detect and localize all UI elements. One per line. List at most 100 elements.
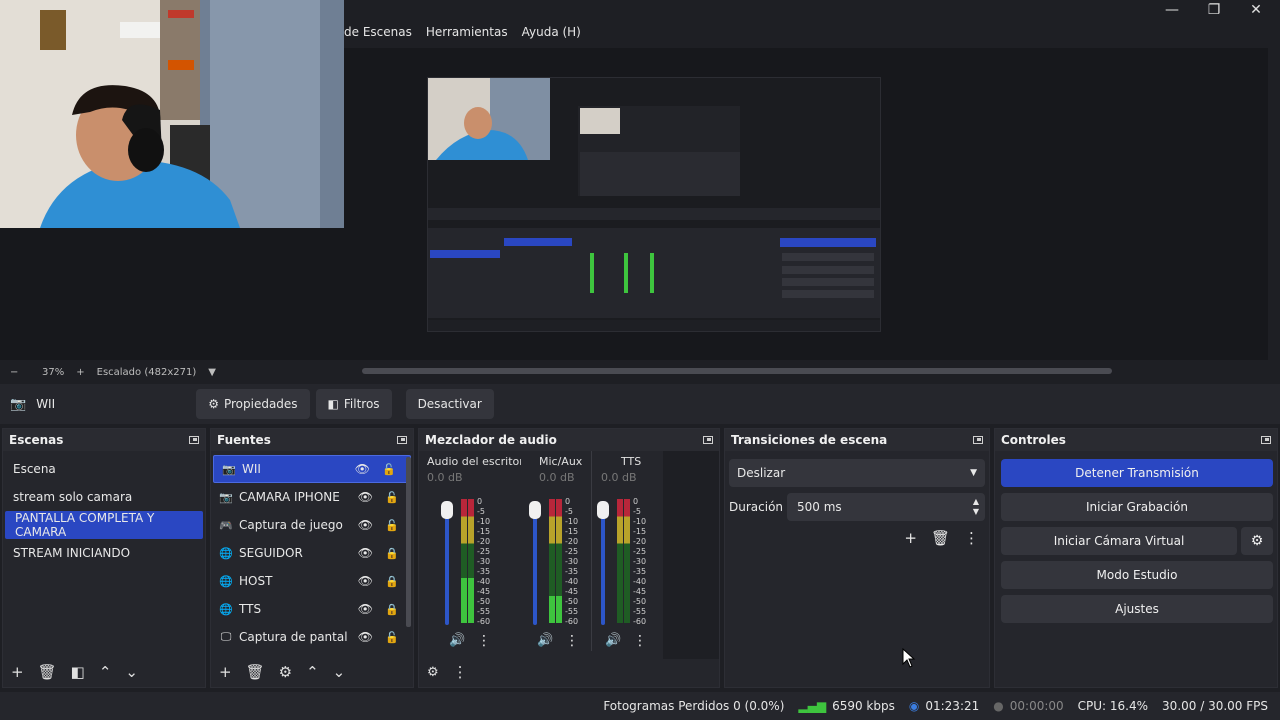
source-item[interactable]: 🎮 Captura de juego 👁 🔓 [211,511,413,539]
move-up-icon[interactable]: ⌃ [306,663,319,681]
duration-spinbox[interactable]: 500 ms ▲ ▼ [787,493,985,521]
undock-icon[interactable] [397,436,407,444]
source-item[interactable]: 🖵 Captura de pantalla 👁 🔓 [211,623,413,651]
unlock-icon[interactable]: 🔓 [385,631,399,644]
speaker-icon[interactable]: 🔊 [449,633,465,648]
move-down-icon[interactable]: ⌄ [333,663,346,681]
undock-icon[interactable] [703,436,713,444]
minimize-button[interactable]: — [1152,0,1192,20]
source-item[interactable]: 📷 CAMARA IPHONE 👁 🔓 [211,483,413,511]
source-item[interactable]: 🌐 HOST 👁 🔒 [211,567,413,595]
eye-icon[interactable]: 👁 [358,546,373,560]
nested-obs-preview [427,77,881,332]
remove-scene-icon[interactable]: 🗑 [38,663,57,681]
menu-tools[interactable]: Herramientas [426,25,508,39]
move-up-icon[interactable]: ⌃ [99,663,112,681]
controls-title: Controles [1001,433,1066,447]
level-meter-fill [556,596,562,623]
meter-tick-label: -45 [477,587,491,596]
record-icon: ● [993,699,1004,713]
lock-icon[interactable]: 🔒 [385,603,399,616]
add-transition-icon[interactable]: + [904,529,917,547]
scale-dropdown-icon[interactable]: ▼ [208,367,216,378]
unlock-icon[interactable]: 🔓 [382,463,396,476]
transition-value: Deslizar [737,466,786,480]
maximize-button[interactable]: ❐ [1194,0,1234,20]
signal-icon: ▂▄▆ [798,699,827,713]
eye-icon[interactable]: 👁 [358,490,373,504]
mixer-title: Mezclador de audio [425,433,557,447]
studio-mode-button[interactable]: Modo Estudio [1001,561,1273,589]
sources-scrollbar[interactable] [406,457,411,627]
remove-source-icon[interactable]: 🗑 [246,663,265,681]
start-recording-button[interactable]: Iniciar Grabación [1001,493,1273,521]
zoom-in-button[interactable]: + [76,367,84,378]
volume-slider[interactable] [441,501,453,625]
filters-button[interactable]: ◧ Filtros [315,389,392,419]
transition-select[interactable]: Deslizar ▼ [729,459,985,487]
source-item[interactable]: 🌐 SEGUIDOR 👁 🔒 [211,539,413,567]
volume-slider[interactable] [597,501,609,625]
volume-slider-handle[interactable] [441,501,453,519]
meter-tick-label: -50 [633,597,647,606]
meter-tick-label: -60 [477,617,491,626]
properties-button[interactable]: ⚙ Propiedades [196,389,310,419]
close-button[interactable]: ✕ [1236,0,1276,20]
scene-filter-icon[interactable]: ◧ [71,663,85,681]
unlock-icon[interactable]: 🔓 [385,491,399,504]
transition-menu-icon[interactable]: ⋮ [964,529,979,547]
horizontal-scrollbar[interactable] [362,368,1112,374]
undock-icon[interactable] [189,436,199,444]
meter-tick-label: -10 [477,517,491,526]
scene-item-selected[interactable]: PANTALLA COMPLETA Y CAMARA [5,511,203,539]
stream-time: 01:23:21 [925,699,980,713]
scene-item[interactable]: stream solo camara [3,483,205,511]
lock-icon[interactable]: 🔒 [385,547,399,560]
meter-tick-label: -15 [633,527,647,536]
add-source-icon[interactable]: + [219,663,232,681]
speaker-icon[interactable]: 🔊 [537,633,553,648]
meter-tick-label: -35 [477,567,491,576]
channel-menu-icon[interactable]: ⋮ [477,633,491,649]
speaker-icon[interactable]: 🔊 [605,633,621,648]
menu-help[interactable]: Ayuda (H) [522,25,581,39]
source-item[interactable]: 🌐 TTS 👁 🔒 [211,595,413,623]
eye-icon[interactable]: 👁 [358,518,373,532]
add-scene-icon[interactable]: + [11,663,24,681]
remove-transition-icon[interactable]: 🗑 [931,529,950,547]
eye-icon[interactable]: 👁 [358,630,373,644]
globe-icon: 🌐 [219,546,233,560]
mixer-menu-icon[interactable]: ⋮ [453,663,468,681]
move-down-icon[interactable]: ⌄ [125,663,138,681]
zoom-out-button[interactable]: − [10,367,24,378]
selected-source-name: WII [36,397,56,411]
scene-item[interactable]: STREAM INICIANDO [3,539,205,567]
deactivate-button[interactable]: Desactivar [405,389,494,419]
undock-icon[interactable] [1261,436,1271,444]
chevron-down-icon: ▼ [970,468,977,478]
eye-icon[interactable]: 👁 [358,602,373,616]
unlock-icon[interactable]: 🔓 [385,519,399,532]
spin-arrows-icon[interactable]: ▲ ▼ [973,497,979,517]
virtual-camera-settings-icon[interactable]: ⚙ [1241,527,1273,555]
lock-icon[interactable]: 🔒 [385,575,399,588]
channel-db: 0.0 dB [601,471,637,484]
source-item-selected[interactable]: 📷 WII 👁 🔓 [213,455,411,483]
channel-menu-icon[interactable]: ⋮ [565,633,579,649]
volume-slider[interactable] [529,501,541,625]
meter-tick-label: -55 [633,607,647,616]
start-virtual-camera-button[interactable]: Iniciar Cámara Virtual [1001,527,1237,555]
menu-scene-collection[interactable]: de Escenas [344,25,412,39]
channel-menu-icon[interactable]: ⋮ [633,633,647,649]
volume-slider-handle[interactable] [529,501,541,519]
undock-icon[interactable] [973,436,983,444]
eye-icon[interactable]: 👁 [358,574,373,588]
mixer-settings-icon[interactable]: ⚙ [427,665,439,680]
source-properties-icon[interactable]: ⚙ [279,663,292,681]
eye-icon[interactable]: 👁 [355,462,370,476]
level-meter [556,499,562,623]
stop-stream-button[interactable]: Detener Transmisión [1001,459,1273,487]
settings-button[interactable]: Ajustes [1001,595,1273,623]
volume-slider-handle[interactable] [597,501,609,519]
scene-item[interactable]: Escena [3,455,205,483]
